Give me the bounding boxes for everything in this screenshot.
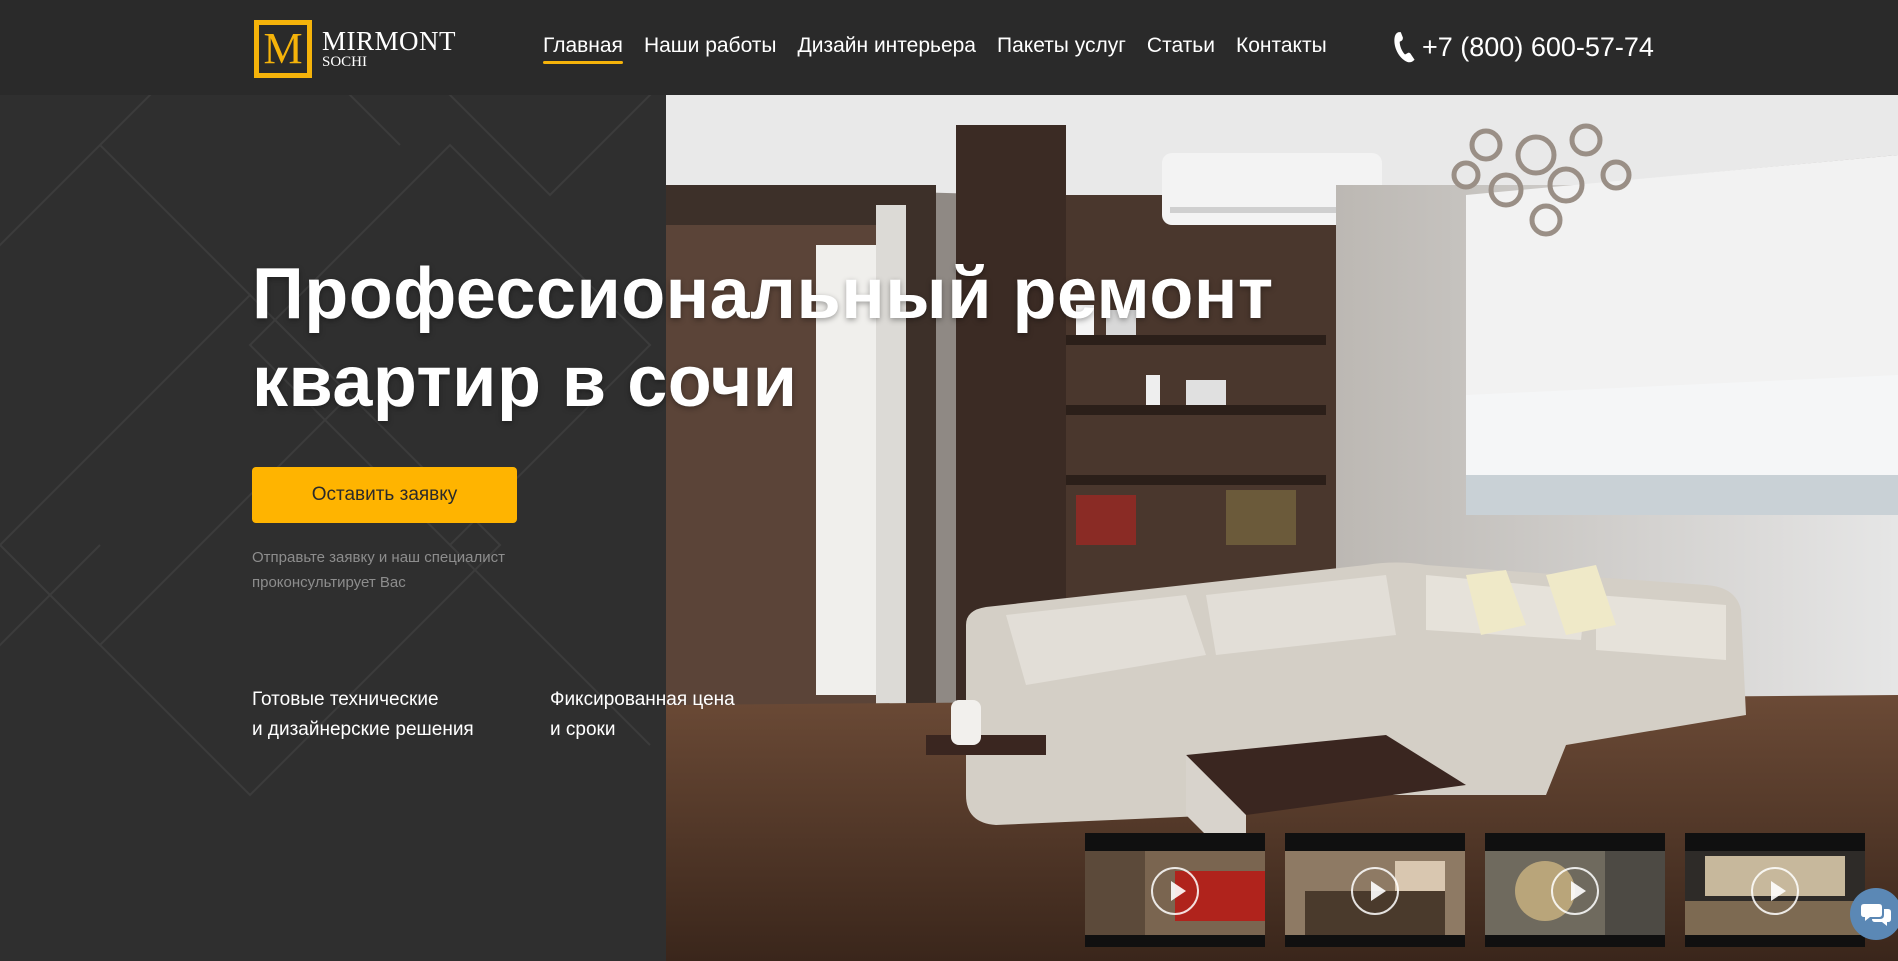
nav-item-contacts[interactable]: Контакты bbox=[1236, 34, 1327, 64]
phone-icon bbox=[1394, 32, 1415, 63]
video-thumb-1[interactable] bbox=[1085, 833, 1265, 947]
logo-mark: M bbox=[254, 20, 312, 78]
nav-item-service-packages[interactable]: Пакеты услуг bbox=[997, 34, 1126, 64]
video-thumb-3[interactable] bbox=[1485, 833, 1665, 947]
play-icon bbox=[1151, 867, 1199, 915]
hero-title-line-1: Профессиональный ремонт bbox=[252, 254, 1274, 334]
logo-subtitle: SOCHI bbox=[322, 54, 368, 70]
logo-name: MIRMONT bbox=[322, 26, 457, 56]
site-header: M MIRMONT SOCHI Главная Наши работы Диза… bbox=[0, 0, 1898, 95]
leave-request-button[interactable]: Оставить заявку bbox=[252, 467, 517, 523]
nav-item-home[interactable]: Главная bbox=[543, 34, 623, 64]
feature-fixed-price: Фиксированная цена и сроки bbox=[550, 689, 735, 740]
diamond-pattern bbox=[0, 95, 652, 797]
interior-photo bbox=[666, 95, 1898, 961]
video-thumb-2[interactable] bbox=[1285, 833, 1465, 947]
hero-title: Профессиональный ремонт квартир в сочи bbox=[252, 250, 1274, 426]
nav-item-works[interactable]: Наши работы bbox=[644, 34, 777, 64]
hero-title-line-2: квартир в сочи bbox=[252, 342, 798, 422]
feature-ready-solutions: Готовые технические и дизайнерские решен… bbox=[252, 689, 474, 740]
play-icon bbox=[1751, 867, 1799, 915]
phone-number: +7 (800) 600-57-74 bbox=[1422, 31, 1654, 62]
hero-section: Профессиональный ремонт квартир в сочи О… bbox=[0, 95, 1898, 961]
pattern-panel bbox=[0, 95, 666, 961]
nav-item-interior-design[interactable]: Дизайн интерьера bbox=[798, 34, 976, 64]
chat-icon bbox=[1861, 904, 1891, 926]
video-thumb-4[interactable] bbox=[1685, 833, 1865, 947]
chat-button[interactable] bbox=[1850, 888, 1898, 940]
video-thumbnails bbox=[1085, 833, 1865, 947]
play-icon bbox=[1351, 867, 1399, 915]
living-room-illustration bbox=[666, 95, 1898, 961]
play-icon bbox=[1551, 867, 1599, 915]
cta-note: Отправьте заявку и наш специалист прокон… bbox=[252, 549, 506, 591]
logo[interactable]: M MIRMONT SOCHI bbox=[254, 20, 456, 78]
nav-item-articles[interactable]: Статьи bbox=[1147, 34, 1215, 64]
main-nav: Главная Наши работы Дизайн интерьера Пак… bbox=[543, 34, 1348, 64]
phone-link[interactable]: +7 (800) 600-57-74 bbox=[1392, 30, 1654, 64]
logo-letter: M bbox=[263, 24, 303, 73]
